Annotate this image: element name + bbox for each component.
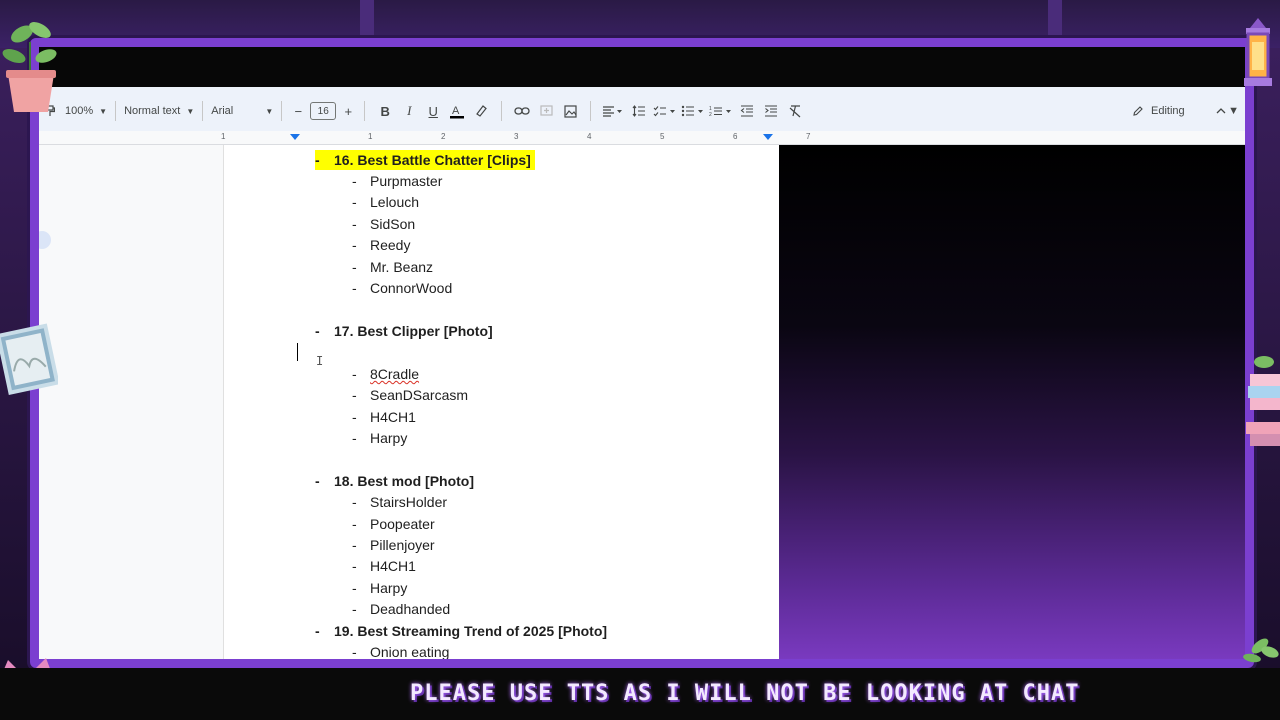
overlay-beam bbox=[360, 0, 374, 40]
chat-notice-ticker: PLEASE USE TTS AS I WILL NOT BE LOOKING … bbox=[410, 681, 1080, 706]
books-plant-icon bbox=[1246, 356, 1280, 446]
potted-plant-icon bbox=[2, 22, 57, 112]
leaf-plant-icon bbox=[1243, 638, 1279, 663]
picture-frame-icon bbox=[0, 323, 58, 395]
lantern-icon bbox=[1244, 18, 1272, 86]
overlay-beam bbox=[1048, 0, 1062, 40]
overlay-frame-border bbox=[30, 38, 1254, 668]
